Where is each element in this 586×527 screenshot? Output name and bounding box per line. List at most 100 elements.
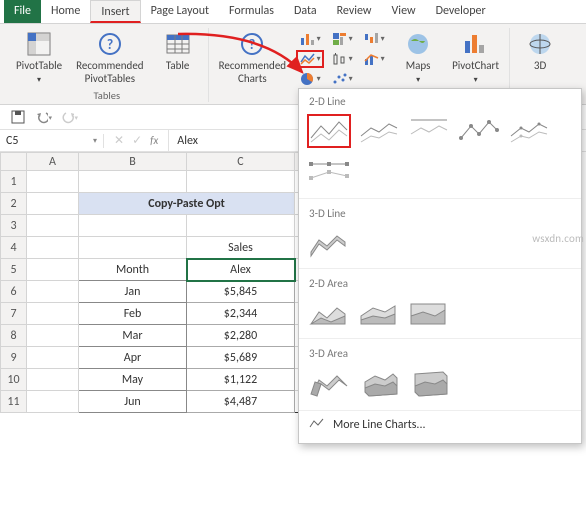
month-cell[interactable]: May (79, 369, 187, 391)
insert-combo-chart-button[interactable]: ▾ (360, 50, 388, 68)
pivot-chart-button[interactable]: PivotChart▾ (448, 28, 503, 87)
table-button[interactable]: Table (154, 28, 202, 75)
chart-type-line[interactable] (307, 114, 351, 148)
gallery-section-2d-line: 2-D Line (299, 89, 581, 112)
insert-column-chart-button[interactable]: ▾ (296, 30, 324, 48)
pivot-chart-icon (462, 30, 490, 58)
chart-type-3d-line[interactable] (307, 226, 351, 260)
recommended-charts-icon: ? (238, 30, 266, 58)
alex-header-cell[interactable]: Alex (187, 259, 295, 281)
chart-type-stacked-area[interactable] (357, 296, 401, 330)
recommended-charts-label: Recommended Charts (219, 60, 286, 85)
pivot-chart-label: PivotChart (452, 59, 499, 72)
tab-insert[interactable]: Insert (90, 0, 140, 23)
row-header[interactable]: 2 (1, 193, 27, 215)
row-header[interactable]: 4 (1, 237, 27, 259)
chart-type-line-markers[interactable] (457, 114, 501, 148)
recommended-pivot-button[interactable]: ? Recommended PivotTables (72, 28, 147, 87)
row-header[interactable]: 9 (1, 347, 27, 369)
group-tables: PivotTable▾ ? Recommended PivotTables Ta… (6, 28, 209, 102)
more-line-charts-label: More Line Charts... (333, 418, 426, 432)
value-cell[interactable]: $4,487 (187, 391, 295, 413)
ribbon-tabs: File Home Insert Page Layout Formulas Da… (0, 0, 586, 24)
row-header[interactable]: 6 (1, 281, 27, 303)
row-header[interactable]: 10 (1, 369, 27, 391)
gallery-section-2d-area: 2-D Area (299, 271, 581, 294)
month-cell[interactable]: Jun (79, 391, 187, 413)
tab-view[interactable]: View (382, 0, 426, 23)
month-header-cell[interactable]: Month (79, 259, 187, 281)
value-cell[interactable]: $5,689 (187, 347, 295, 369)
3d-map-button[interactable]: 3D (516, 28, 564, 75)
tab-page-layout[interactable]: Page Layout (141, 0, 219, 23)
value-cell[interactable]: $2,344 (187, 303, 295, 325)
month-cell[interactable]: Jan (79, 281, 187, 303)
tab-file[interactable]: File (4, 0, 41, 23)
watermark: wsxdn.com (532, 232, 584, 245)
insert-statistic-chart-button[interactable]: ▾ (328, 50, 356, 68)
tab-formulas[interactable]: Formulas (219, 0, 284, 23)
3d-map-icon (526, 30, 554, 58)
row-header[interactable]: 1 (1, 171, 27, 193)
recommended-pivot-label: Recommended PivotTables (76, 60, 143, 85)
maps-label: Maps (406, 59, 431, 72)
pivot-table-button[interactable]: PivotTable▾ (12, 28, 66, 87)
row-header[interactable]: 11 (1, 391, 27, 413)
cancel-formula-icon[interactable]: ✕ (114, 133, 124, 148)
tab-developer[interactable]: Developer (426, 0, 496, 23)
row-header[interactable]: 3 (1, 215, 27, 237)
tab-home[interactable]: Home (41, 0, 90, 23)
enter-formula-icon[interactable]: ✓ (132, 133, 142, 148)
chart-type-100-stacked-line[interactable] (407, 114, 451, 148)
maps-icon (404, 30, 432, 58)
month-cell[interactable]: Feb (79, 303, 187, 325)
tab-review[interactable]: Review (327, 0, 382, 23)
fx-icon[interactable]: fx (150, 134, 158, 147)
chart-type-3d-100-stacked-area[interactable] (407, 366, 451, 400)
chart-type-stacked-line-markers[interactable] (507, 114, 551, 148)
chart-type-area[interactable] (307, 296, 351, 330)
table-label: Table (166, 60, 190, 73)
name-box[interactable]: C5▾ (0, 134, 104, 148)
insert-waterfall-chart-button[interactable]: ▾ (360, 30, 388, 48)
row-header[interactable]: 8 (1, 325, 27, 347)
insert-pie-chart-button[interactable]: ▾ (296, 70, 324, 88)
col-header-A[interactable]: A (27, 153, 79, 171)
row-header[interactable]: 5 (1, 259, 27, 281)
value-cell[interactable]: $1,122 (187, 369, 295, 391)
pivot-table-label: PivotTable▾ (16, 60, 62, 85)
title-cell[interactable]: Copy-Paste Opt (79, 193, 295, 215)
col-header-C[interactable]: C (187, 153, 295, 171)
3d-label: 3D (534, 60, 546, 73)
tab-data[interactable]: Data (284, 0, 327, 23)
insert-hierarchy-chart-button[interactable]: ▾ (328, 30, 356, 48)
line-chart-small-icon (309, 417, 325, 433)
gallery-section-3d-area: 3-D Area (299, 341, 581, 364)
group-tables-label: Tables (94, 89, 121, 102)
month-cell[interactable]: Mar (79, 325, 187, 347)
more-line-charts-button[interactable]: More Line Charts... (299, 410, 581, 439)
chart-type-stacked-line[interactable] (357, 114, 401, 148)
recommended-pivot-icon: ? (96, 30, 124, 58)
col-header-B[interactable]: B (79, 153, 187, 171)
line-chart-gallery: 2-D Line 3-D Line 2-D Area 3-D Area More… (298, 88, 582, 444)
sales-header-cell[interactable]: Sales (187, 237, 295, 259)
value-cell[interactable]: $2,280 (187, 325, 295, 347)
value-cell[interactable]: $5,845 (187, 281, 295, 303)
maps-button[interactable]: Maps▾ (394, 28, 442, 87)
month-cell[interactable]: Apr (79, 347, 187, 369)
redo-icon[interactable]: ▾ (62, 109, 78, 125)
chart-type-100-stacked-line-markers[interactable] (307, 156, 351, 190)
select-all-button[interactable] (1, 153, 27, 171)
chevron-down-icon: ▾ (93, 136, 97, 146)
recommended-charts-button[interactable]: ? Recommended Charts (215, 28, 290, 87)
insert-line-chart-button[interactable]: ▾ (296, 50, 324, 68)
row-header[interactable]: 7 (1, 303, 27, 325)
save-icon[interactable] (10, 109, 26, 125)
insert-scatter-chart-button[interactable]: ▾ (328, 70, 356, 88)
svg-text:?: ? (107, 36, 114, 53)
chart-type-3d-stacked-area[interactable] (357, 366, 401, 400)
chart-type-3d-area[interactable] (307, 366, 351, 400)
chart-type-100-stacked-area[interactable] (407, 296, 451, 330)
undo-icon[interactable]: ▾ (36, 109, 52, 125)
